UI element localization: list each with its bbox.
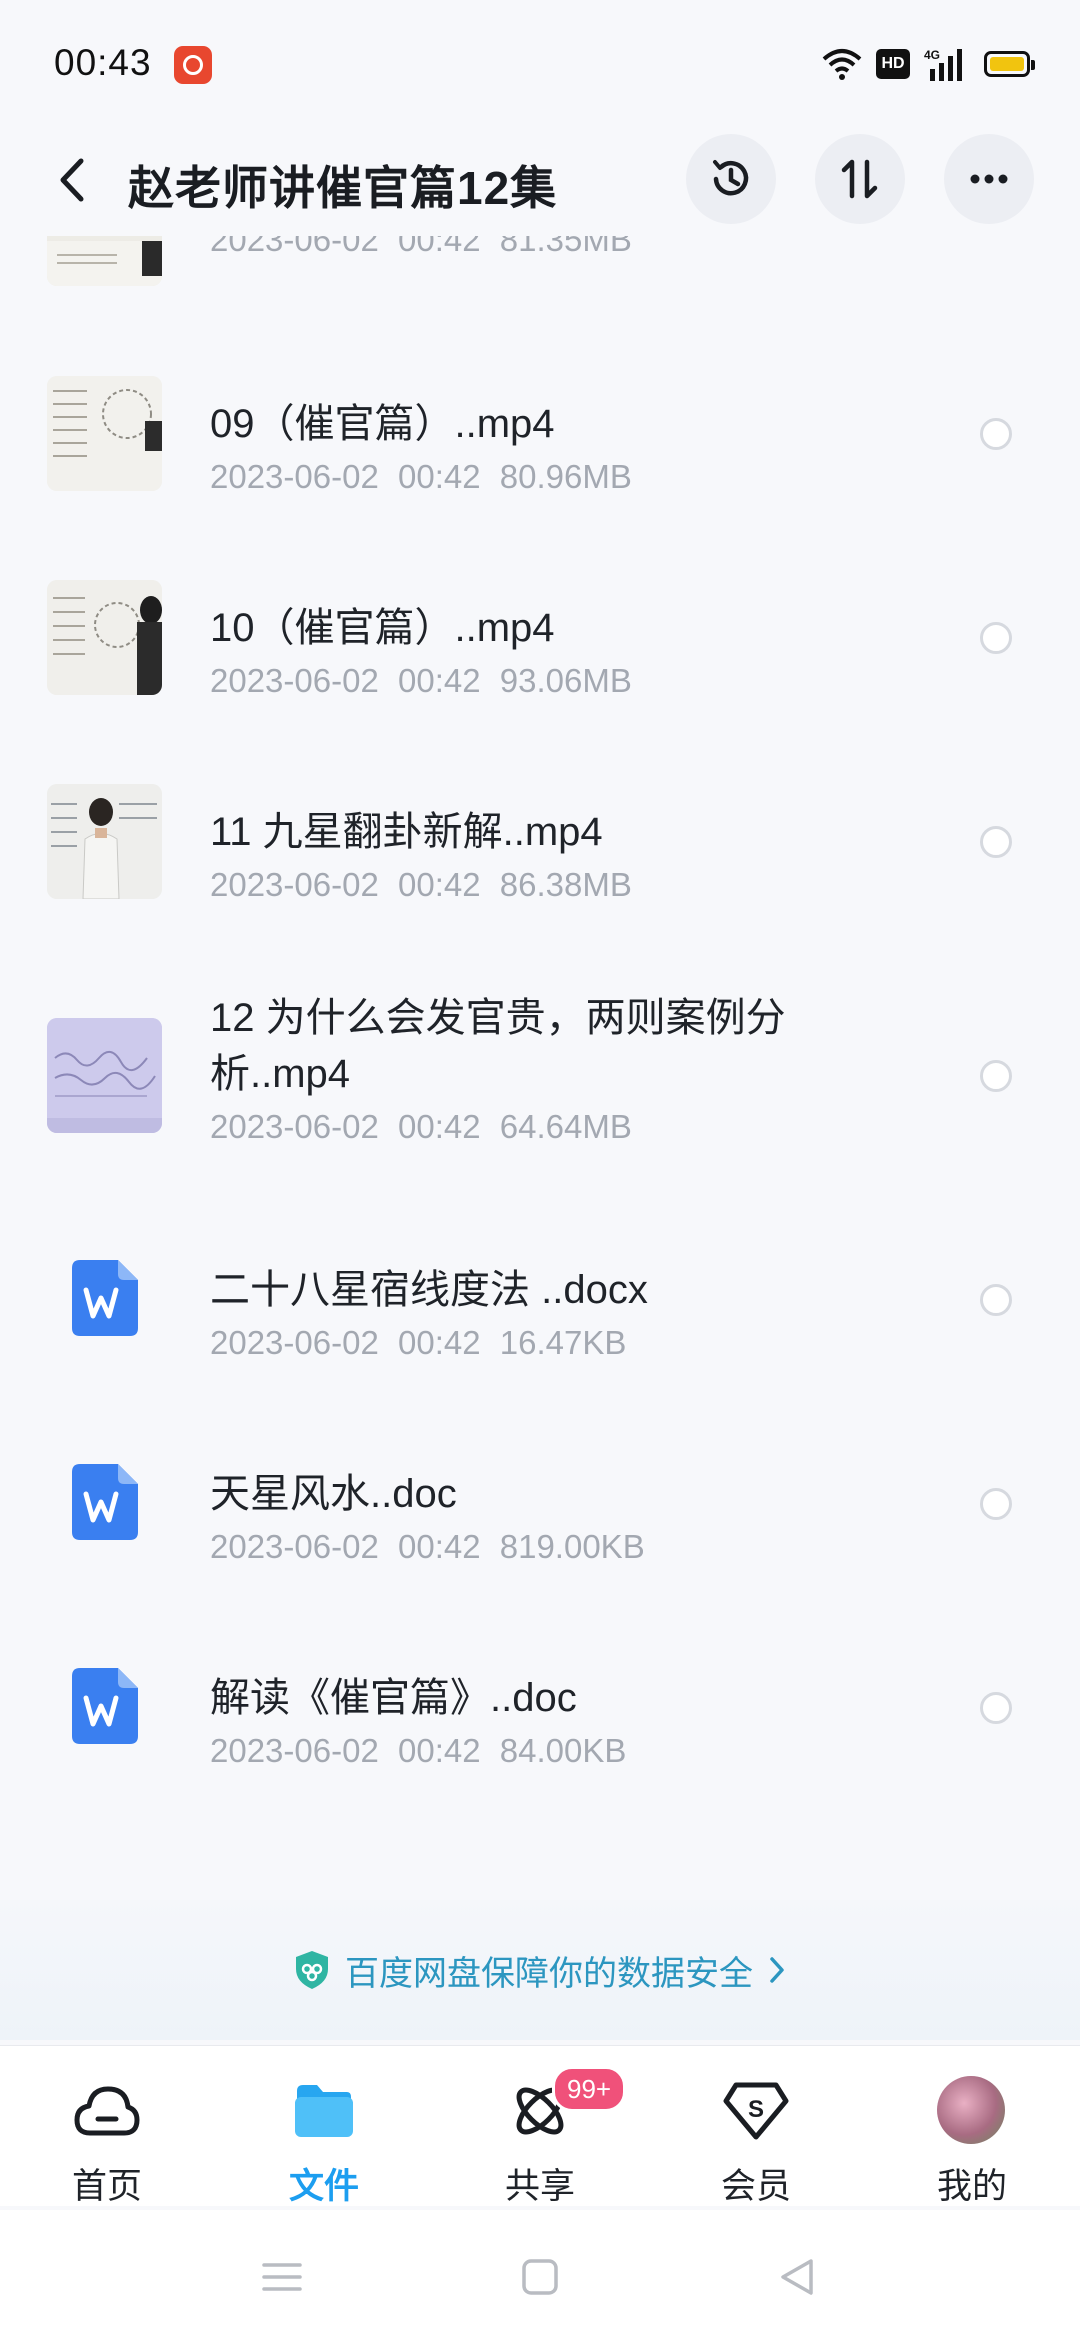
header: 赵老师讲催官篇12集 [0, 130, 1080, 230]
menu-button[interactable] [257, 2252, 307, 2302]
home-button[interactable] [515, 2252, 565, 2302]
battery-icon [984, 51, 1035, 77]
nav-label: 会员 [720, 2167, 791, 2206]
video-thumbnail [47, 376, 162, 491]
file-meta: 2023-06-02 00:42 819.00KB [210, 1528, 645, 1565]
nav-item-files[interactable]: 文件 [254, 2066, 394, 2206]
video-thumbnail [47, 784, 162, 899]
file-name: 解读《催官篇》..doc [210, 1676, 577, 1720]
system-nav-bar [0, 2210, 1080, 2340]
file-row[interactable]: 11 九星翻卦新解..mp4 2023-06-02 00:42 86.38MB [0, 784, 1080, 974]
video-thumbnail [47, 1018, 162, 1133]
history-icon [713, 160, 749, 196]
file-row[interactable]: 12 为什么会发官贵，两则案例分析..mp4 2023-06-02 00:42 … [0, 988, 1080, 1228]
file-row[interactable]: 10（催官篇）..mp4 2023-06-02 00:42 93.06MB [0, 580, 1080, 770]
file-meta: 2023-06-02 00:42 86.38MB [210, 866, 632, 903]
word-doc-icon [72, 1668, 138, 1744]
file-row[interactable]: 解读《催官篇》..doc 2023-06-02 00:42 84.00KB [0, 1650, 1080, 1836]
security-text: 百度网盘保障你的数据安全 [345, 1954, 753, 1993]
word-doc-icon [72, 1464, 138, 1540]
video-thumbnail [47, 580, 162, 695]
square-icon [522, 2259, 558, 2295]
select-checkbox[interactable] [980, 418, 1012, 450]
back-button[interactable] [46, 150, 98, 210]
nav-item-home[interactable]: 首页 [37, 2066, 177, 2206]
file-meta: 2023-06-02 00:42 93.06MB [210, 662, 632, 699]
more-button[interactable] [944, 134, 1034, 224]
bottom-nav: 首页 文件 99+ 共享 S 会员 我的 [0, 2045, 1080, 2206]
select-checkbox[interactable] [980, 1284, 1012, 1316]
file-meta: 2023-06-02 00:42 64.64MB [210, 1108, 632, 1145]
file-row[interactable]: 天星风水..doc 2023-06-02 00:42 819.00KB [0, 1446, 1080, 1636]
cloud-icon [72, 2076, 142, 2146]
signal-icon: 4G [924, 48, 962, 81]
sort-button[interactable] [815, 134, 905, 224]
select-checkbox[interactable] [980, 1692, 1012, 1724]
hd-icon: HD [876, 49, 910, 79]
history-button[interactable] [686, 134, 776, 224]
select-checkbox[interactable] [980, 826, 1012, 858]
status-icons: HD 4G [822, 44, 1035, 84]
avatar [937, 2076, 1005, 2144]
word-doc-icon [72, 1260, 138, 1336]
file-name: 09（催官篇）..mp4 [210, 402, 555, 446]
back-system-button[interactable] [772, 2252, 822, 2302]
select-checkbox[interactable] [980, 1488, 1012, 1520]
chevron-right-icon [770, 1957, 784, 1983]
back-arrow-icon [60, 158, 84, 202]
nav-label: 我的 [936, 2167, 1007, 2206]
file-name: 二十八星宿线度法 ..docx [210, 1268, 648, 1312]
shield-icon [296, 1951, 328, 1989]
nav-label: 文件 [288, 2167, 359, 2206]
video-thumbnail [47, 236, 162, 286]
page-title: 赵老师讲催官篇12集 [128, 162, 558, 214]
file-meta: 2023-06-02 00:42 80.96MB [210, 458, 632, 495]
file-list[interactable]: 2023-06-02 00:42 81.35MB 09（催官篇）..mp4 20… [0, 236, 1080, 1836]
app-notification-icon [174, 46, 212, 84]
select-checkbox[interactable] [980, 1060, 1012, 1092]
file-meta: 2023-06-02 00:42 81.35MB [210, 236, 632, 258]
security-banner[interactable]: 百度网盘保障你的数据安全 [0, 1900, 1080, 2040]
more-dots-icon [970, 174, 1008, 184]
file-meta: 2023-06-02 00:42 84.00KB [210, 1732, 627, 1769]
file-row[interactable]: 09（催官篇）..mp4 2023-06-02 00:42 80.96MB [0, 376, 1080, 566]
triangle-back-icon [781, 2259, 813, 2295]
svg-text:S: S [748, 2096, 764, 2123]
nav-item-me[interactable]: 我的 [902, 2066, 1042, 2206]
notification-badge: 99+ [552, 2066, 627, 2112]
nav-label: 共享 [504, 2167, 575, 2206]
select-checkbox[interactable] [980, 622, 1012, 654]
wifi-icon [822, 49, 862, 80]
status-time: 00:43 [54, 42, 152, 83]
file-name: 天星风水..doc [210, 1472, 457, 1516]
file-name: 12 为什么会发官贵，两则案例分析..mp4 [210, 996, 786, 1096]
file-name: 11 九星翻卦新解..mp4 [210, 810, 603, 854]
file-row[interactable]: 二十八星宿线度法 ..docx 2023-06-02 00:42 16.47KB [0, 1242, 1080, 1432]
file-meta: 2023-06-02 00:42 16.47KB [210, 1324, 627, 1361]
status-bar: 00:43 HD 4G [0, 0, 1080, 120]
nav-label: 首页 [71, 2167, 142, 2206]
file-row[interactable]: 2023-06-02 00:42 81.35MB [0, 236, 1080, 296]
sort-icon [841, 159, 878, 199]
folder-icon [289, 2076, 359, 2146]
svg-text:4G: 4G [924, 48, 940, 62]
vip-icon: S [721, 2076, 791, 2146]
nav-item-share[interactable]: 99+ 共享 [470, 2066, 627, 2206]
menu-icon [262, 2263, 302, 2291]
nav-item-vip[interactable]: S 会员 [686, 2066, 826, 2206]
file-name: 10（催官篇）..mp4 [210, 606, 555, 650]
